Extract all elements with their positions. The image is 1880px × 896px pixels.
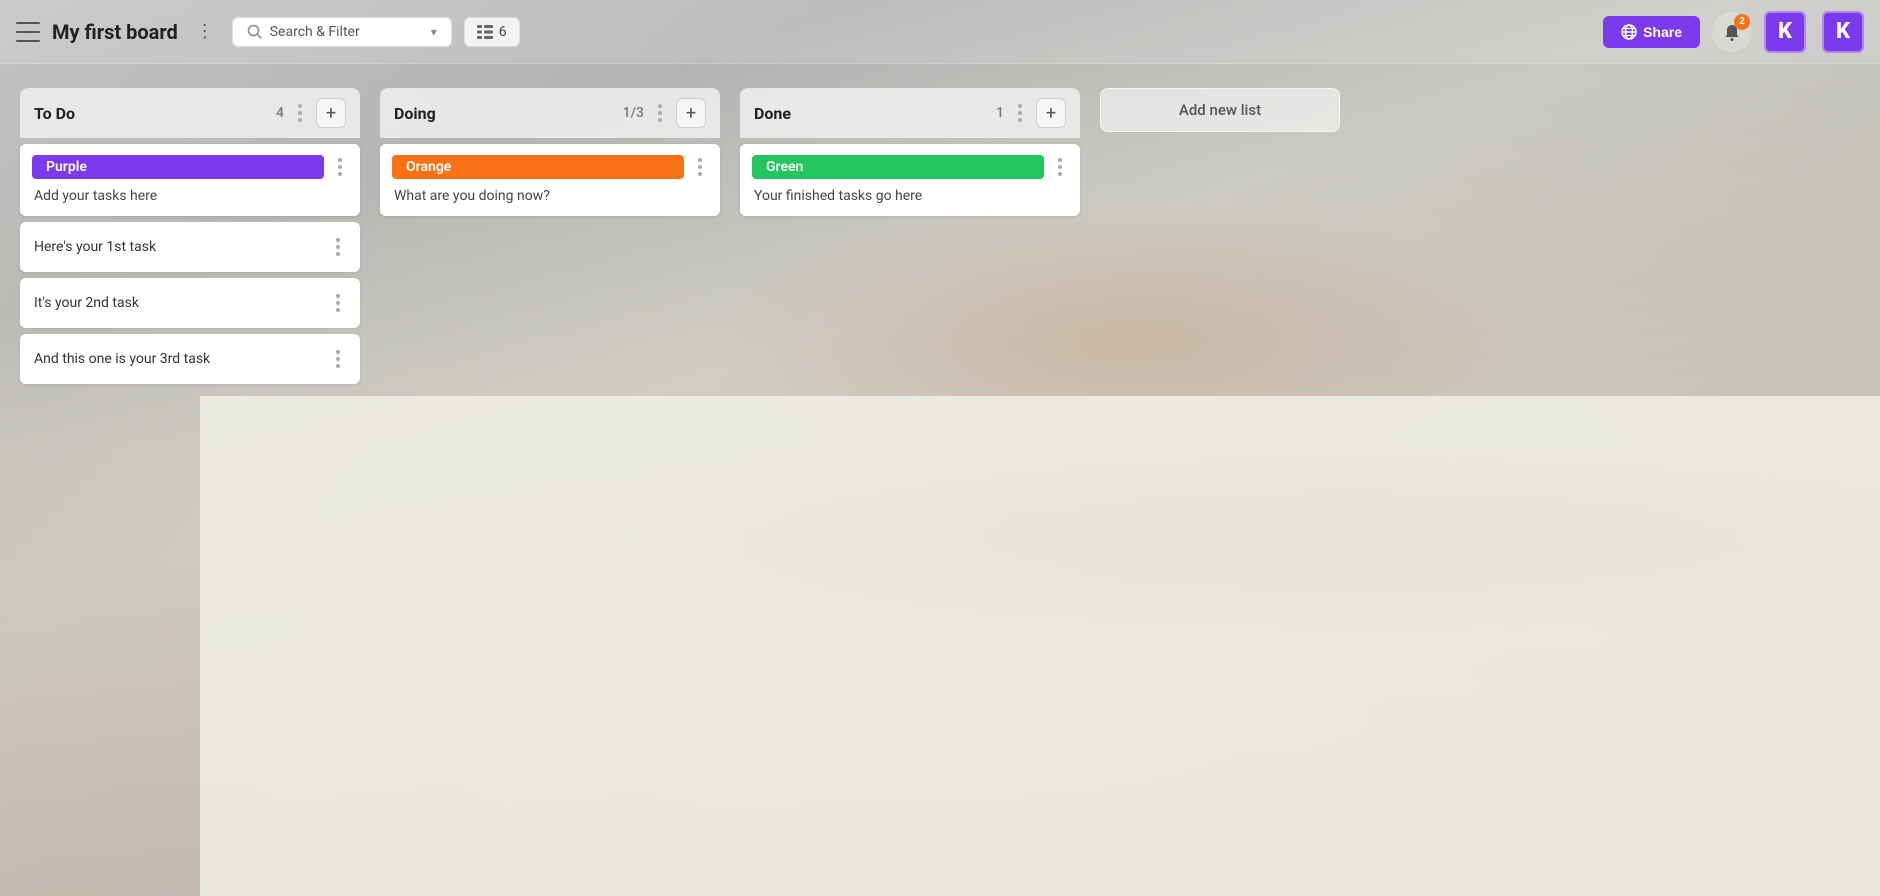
card-task3: And this one is your 3rd task xyxy=(20,334,360,384)
list-doing: Doing 1/3 + Orange What are you doing no… xyxy=(380,88,720,872)
board-area: To Do 4 + Purple Add your tasks here Her… xyxy=(0,64,1880,896)
avatar-button[interactable]: K xyxy=(1764,11,1806,53)
card-purple-label: Purple xyxy=(32,155,324,179)
list-doing-header: Doing 1/3 + xyxy=(380,88,720,138)
card-task1-text: Here's your 1st task xyxy=(34,239,156,255)
card-task3-more[interactable] xyxy=(330,346,346,372)
list-done: Done 1 + Green Your finished tasks go he… xyxy=(740,88,1080,872)
list-done-add-button[interactable]: + xyxy=(1036,98,1066,128)
board-title: My first board xyxy=(52,20,178,44)
card-purple-label-row: Purple xyxy=(20,144,360,180)
card-orange-label-row: Orange xyxy=(380,144,720,180)
avatar-secondary-letter: K xyxy=(1836,19,1850,44)
card-orange-label: Orange xyxy=(392,155,684,179)
list-todo-title: To Do xyxy=(34,104,268,123)
globe-icon xyxy=(1621,24,1637,40)
list-done-more[interactable] xyxy=(1012,100,1028,126)
search-filter-button[interactable]: Search & Filter ▾ xyxy=(232,17,452,47)
card-orange: Orange What are you doing now? xyxy=(380,144,720,216)
list-todo-more[interactable] xyxy=(292,100,308,126)
card-task2-text: It's your 2nd task xyxy=(34,295,139,311)
list-done-title: Done xyxy=(754,104,988,123)
search-icon xyxy=(247,24,262,39)
header: My first board ⋮ Search & Filter ▾ 6 S xyxy=(0,0,1880,64)
list-done-header: Done 1 + xyxy=(740,88,1080,138)
item-count-value: 6 xyxy=(499,24,507,40)
card-orange-more[interactable] xyxy=(692,154,708,180)
card-orange-text: What are you doing now? xyxy=(380,180,720,216)
avatar-letter: K xyxy=(1778,19,1792,44)
add-new-list-button[interactable]: Add new list xyxy=(1100,88,1340,132)
list-todo-count: 4 xyxy=(276,105,284,121)
board-more-icon[interactable]: ⋮ xyxy=(190,17,220,46)
card-task1: Here's your 1st task xyxy=(20,222,360,272)
share-button[interactable]: Share xyxy=(1603,16,1700,48)
card-purple-text: Add your tasks here xyxy=(20,180,360,216)
notification-button[interactable]: 2 xyxy=(1712,12,1752,52)
notification-badge: 2 xyxy=(1734,14,1750,30)
list-todo: To Do 4 + Purple Add your tasks here Her… xyxy=(20,88,360,872)
list-todo-header: To Do 4 + xyxy=(20,88,360,138)
card-green-text: Your finished tasks go here xyxy=(740,180,1080,216)
list-todo-add-button[interactable]: + xyxy=(316,98,346,128)
card-task2-more[interactable] xyxy=(330,290,346,316)
add-new-list-label: Add new list xyxy=(1179,101,1261,119)
list-doing-add-button[interactable]: + xyxy=(676,98,706,128)
list-doing-title: Doing xyxy=(394,104,615,123)
card-purple: Purple Add your tasks here xyxy=(20,144,360,216)
card-purple-more[interactable] xyxy=(332,154,348,180)
card-green: Green Your finished tasks go here xyxy=(740,144,1080,216)
search-filter-label: Search & Filter xyxy=(270,24,360,40)
card-green-label-row: Green xyxy=(740,144,1080,180)
share-label: Share xyxy=(1643,24,1682,40)
avatar-secondary[interactable]: K xyxy=(1822,11,1864,53)
card-green-label: Green xyxy=(752,155,1044,179)
search-chevron-icon: ▾ xyxy=(431,25,437,39)
card-task3-text: And this one is your 3rd task xyxy=(34,351,210,367)
hamburger-menu-icon[interactable] xyxy=(16,22,40,42)
card-task2: It's your 2nd task xyxy=(20,278,360,328)
list-done-count: 1 xyxy=(996,105,1004,121)
list-doing-count: 1/3 xyxy=(623,105,644,121)
item-count-button[interactable]: 6 xyxy=(464,17,520,47)
card-green-more[interactable] xyxy=(1052,154,1068,180)
card-task1-more[interactable] xyxy=(330,234,346,260)
list-doing-more[interactable] xyxy=(652,100,668,126)
list-view-icon xyxy=(477,25,493,39)
